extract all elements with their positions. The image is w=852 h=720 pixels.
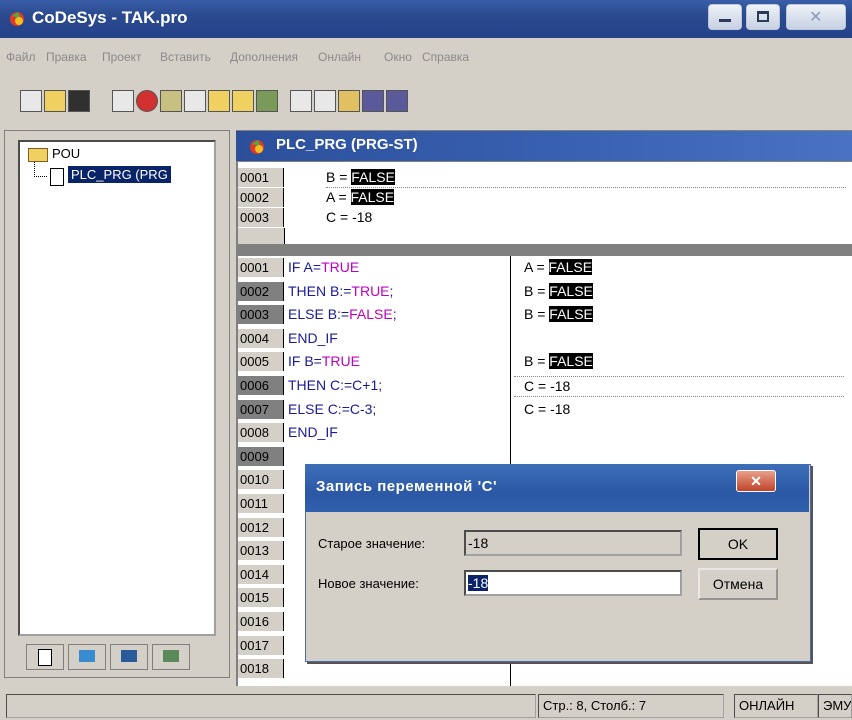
line-number: 0013 [238,541,284,561]
line-number-strip [238,228,285,244]
monitor-value[interactable]: B = FALSE [524,282,593,301]
line-number: 0006 [238,376,284,395]
tab-data-types[interactable] [68,644,106,670]
menu-edit[interactable]: Правка [46,50,87,64]
menu-online[interactable]: Онлайн [318,50,361,64]
line-number: 0011 [238,494,284,513]
paste-icon[interactable] [338,90,360,112]
monitor-value[interactable]: B = FALSE [524,352,593,371]
new-value-input[interactable]: -18 [464,570,682,596]
folder-icon [28,148,48,162]
login-icon[interactable] [112,90,134,112]
line-number: 0014 [238,564,284,584]
code-line: END_IF [288,329,338,346]
run-icon[interactable] [160,90,182,112]
line-number: 0012 [238,517,284,537]
status-message [6,694,536,718]
step-over-icon[interactable] [184,90,206,112]
code-line: END_IF [288,424,338,441]
new-value-label: Новое значение: [318,576,419,591]
line-number: 0017 [238,635,284,655]
dialog-close-icon[interactable]: ✕ [736,470,776,492]
window-title: CoDeSys - TAK.pro [32,8,188,27]
code-line: ELSE B:=FALSE; [288,306,397,323]
code-line: THEN B:=TRUE; [288,282,394,299]
maximize-button[interactable] [746,4,780,30]
cancel-button[interactable]: Отмена [698,568,778,600]
line-number: 0018 [238,659,284,679]
declaration-pane[interactable]: 0001 0002 0003 B = FALSE A = FALSE C = -… [238,162,852,244]
line-number: 0001 [238,168,284,187]
line-number: 0002 [238,188,284,207]
code-line: THEN C:=C+1; [288,377,383,393]
editor-title: PLC_PRG (PRG-ST) [276,136,418,153]
minimize-button[interactable] [708,4,742,30]
line-number: 0005 [238,352,284,372]
menu-file[interactable]: Файл [6,50,36,64]
line-number: 0003 [238,208,284,227]
menu-window[interactable]: Окно [384,50,412,64]
tab-visualizations[interactable] [110,644,148,670]
open-folder-icon[interactable] [44,90,66,112]
codesys-logo-icon [250,140,264,154]
ok-button[interactable]: OK [698,528,778,560]
find-icon[interactable] [362,90,384,112]
old-value-label: Старое значение: [318,536,426,551]
close-icon: ✕ [809,9,823,26]
code-line: IF B=TRUE [288,353,360,370]
emulation-indicator: ЭМУ [818,694,852,718]
status-bar: Стр.: 8, Столб.: 7 ОНЛАЙН ЭМУ [0,690,852,720]
monitor-value[interactable]: C = -18 [524,400,570,419]
tree-connector [34,162,47,177]
menu-extras[interactable]: Дополнения [230,50,298,64]
toolbar [0,84,852,118]
decl-line-2: A = FALSE [326,189,395,205]
write-values-icon[interactable] [256,90,278,112]
codesys-logo-icon [10,12,24,26]
line-number: 0001 [238,258,284,277]
menu-bar: Файл Правка Проект Вставить Дополнения О… [0,46,852,70]
menu-project[interactable]: Проект [102,50,142,64]
decl-line-1: B = FALSE [326,168,846,188]
monitor-value[interactable]: B = FALSE [524,305,593,324]
line-number: 0004 [238,328,284,348]
menu-help[interactable]: Справка [422,50,469,64]
line-number: 0003 [238,305,284,325]
line-number: 0016 [238,612,284,631]
stop-icon[interactable] [136,90,158,112]
decl-line-3: C = -18 [326,209,373,225]
tab-pous[interactable] [26,644,64,670]
step-in-icon[interactable] [208,90,230,112]
tree-item-plc-prg[interactable]: PLC_PRG (PRG [68,166,171,183]
menu-insert[interactable]: Вставить [160,50,211,64]
line-number: 0009 [238,446,284,466]
tree-root-label[interactable]: POU [52,146,80,161]
pou-tree: POU PLC_PRG (PRG [18,140,216,636]
online-indicator: ОНЛАЙН [734,694,818,718]
new-file-icon[interactable] [20,90,42,112]
line-number: 0002 [238,281,284,301]
cursor-position: Стр.: 8, Столб.: 7 [538,694,724,718]
copy-icon[interactable] [314,90,336,112]
code-line: ELSE C:=C-3; [288,400,377,417]
close-button[interactable]: ✕ [786,4,846,30]
line-number: 0007 [238,399,284,419]
monitor-value[interactable]: C = -18 [514,376,844,397]
find-next-icon[interactable] [386,90,408,112]
line-number: 0010 [238,470,284,490]
monitor-value[interactable]: A = FALSE [524,258,593,277]
document-icon [50,168,64,186]
cut-icon[interactable] [290,90,312,112]
line-number: 0015 [238,588,284,608]
line-number: 0008 [238,423,284,443]
dialog-title: Запись переменной 'C' [316,478,498,495]
single-cycle-icon[interactable] [232,90,254,112]
save-icon[interactable] [68,90,90,112]
old-value-field: -18 [464,530,682,556]
code-line: IF A=TRUE [288,259,360,275]
tab-resources[interactable] [152,644,190,670]
